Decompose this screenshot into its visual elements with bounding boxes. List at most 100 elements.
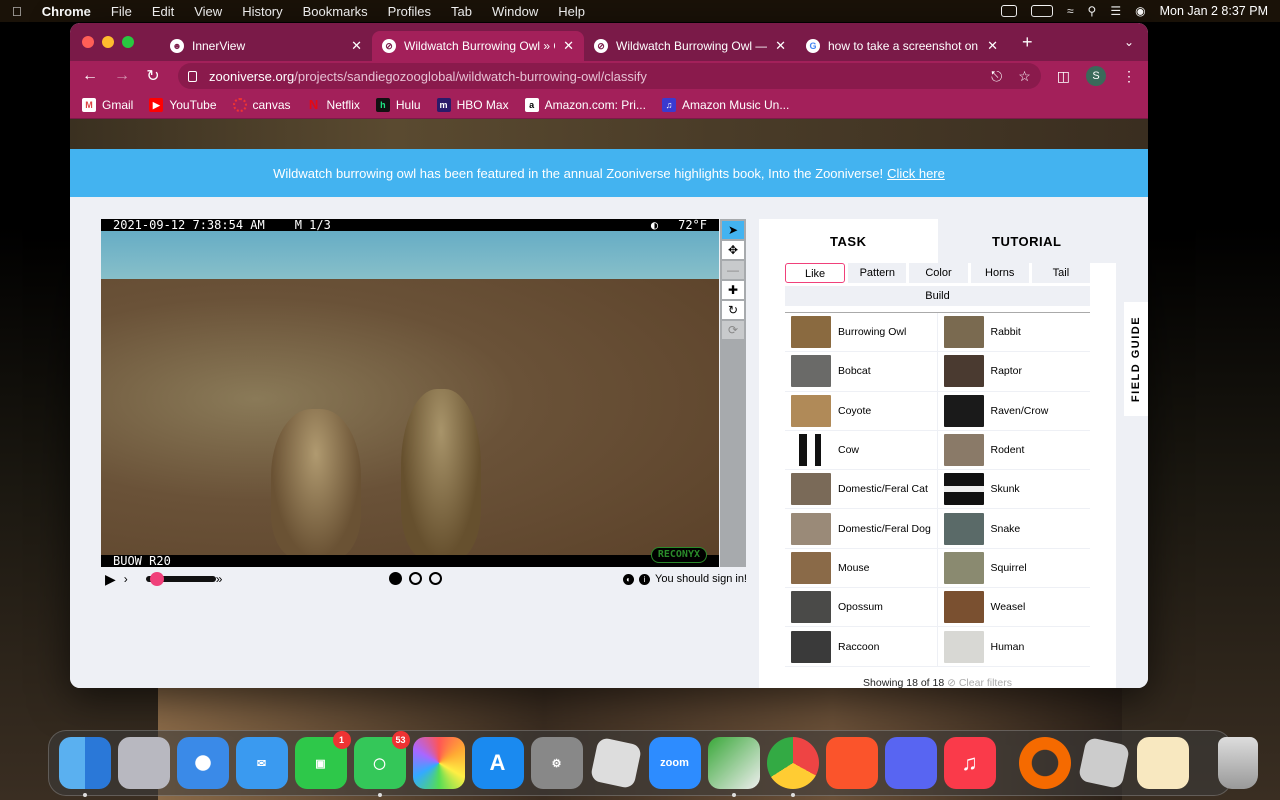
textedit-icon[interactable] <box>1136 737 1189 789</box>
mail-icon[interactable]: ✉ <box>235 737 288 789</box>
species-opossum[interactable]: Opossum <box>785 588 938 628</box>
battery-icon[interactable] <box>1030 5 1053 17</box>
menu-app-name[interactable]: Chrome <box>42 4 91 19</box>
control-center-icon[interactable]: ☰ <box>1110 4 1121 18</box>
filter-tail[interactable]: Tail <box>1031 263 1091 283</box>
move-tool-icon[interactable]: ✥ <box>722 241 744 259</box>
clear-filters-button[interactable]: ⊘ Clear filters <box>947 677 1012 688</box>
frame-dot-3[interactable] <box>429 572 442 585</box>
back-arrow-icon[interactable]: ← <box>82 67 98 85</box>
bookmark-hbo-max[interactable]: m HBO Max <box>436 97 509 112</box>
discord-icon[interactable] <box>884 737 937 789</box>
zoom-in-icon[interactable]: ✚ <box>722 281 744 299</box>
filter-build[interactable]: Build <box>785 286 1090 306</box>
tab-google-search[interactable]: G how to take a screenshot on m ✕ <box>796 31 1008 61</box>
reload-icon[interactable]: ↻ <box>146 66 160 86</box>
brave-icon[interactable] <box>825 737 878 789</box>
menu-tab[interactable]: Tab <box>451 4 472 19</box>
bookmark-canvas[interactable]: canvas <box>232 97 291 112</box>
species-skunk[interactable]: Skunk <box>937 470 1090 510</box>
species-bobcat[interactable]: Bobcat <box>785 352 938 392</box>
tab-innerview[interactable]: ☻ InnerView ✕ <box>160 31 372 61</box>
side-panel-icon[interactable]: ◫ <box>1057 68 1070 85</box>
origin-icon[interactable] <box>1018 737 1071 789</box>
system-settings-icon[interactable]: ⚙ <box>530 737 583 789</box>
zoom-icon[interactable]: zoom <box>648 737 701 789</box>
keyboard-icon[interactable] <box>1000 5 1017 17</box>
menu-view[interactable]: View <box>194 4 222 19</box>
minimize-window-button[interactable] <box>102 36 114 48</box>
invert-icon[interactable]: ◐ <box>623 573 635 585</box>
bookmark-gmail[interactable]: M Gmail <box>82 97 133 112</box>
species-snake[interactable]: Snake <box>937 509 1090 549</box>
new-tab-button[interactable]: + <box>1022 32 1033 53</box>
address-bar[interactable]: zooniverse.org/projects/sandiegozoogloba… <box>178 63 1041 89</box>
species-raccoon[interactable]: Raccoon <box>785 627 938 667</box>
frame-dot-2[interactable] <box>409 572 422 585</box>
field-guide-tab[interactable]: FIELD GUIDE <box>1124 302 1148 416</box>
menu-file[interactable]: File <box>111 4 132 19</box>
close-tab-icon[interactable]: ✕ <box>351 38 362 54</box>
finder-icon[interactable] <box>58 737 111 797</box>
bookmark-amazon-music[interactable]: ♫ Amazon Music Un... <box>661 97 789 112</box>
profile-avatar[interactable]: S <box>1086 66 1106 86</box>
music-icon[interactable]: ♫ <box>943 737 996 789</box>
subject-image-viewer[interactable]: 2021-09-12 7:38:54 AM M 1/3 ◐ 72°F BUOW … <box>101 219 719 567</box>
trash-icon[interactable] <box>1218 737 1258 789</box>
species-coyote[interactable]: Coyote <box>785 391 938 431</box>
menu-help[interactable]: Help <box>558 4 585 19</box>
menu-history[interactable]: History <box>242 4 282 19</box>
bookmark-amazon[interactable]: a Amazon.com: Pri... <box>524 97 646 112</box>
safari-icon[interactable] <box>176 737 229 789</box>
species-burrowing-owl[interactable]: Burrowing Owl <box>785 313 938 353</box>
close-tab-icon[interactable]: ✕ <box>563 38 574 54</box>
tab-tutorial[interactable]: TUTORIAL <box>937 219 1116 263</box>
species-domestic-feral-cat[interactable]: Domestic/Feral Cat <box>785 470 938 510</box>
menu-bookmarks[interactable]: Bookmarks <box>303 4 368 19</box>
species-domestic-feral-dog[interactable]: Domestic/Feral Dog <box>785 509 938 549</box>
slider-knob[interactable] <box>149 572 164 586</box>
species-rodent[interactable]: Rodent <box>937 431 1090 471</box>
reset-view-icon[interactable]: ⟳ <box>722 321 744 339</box>
species-squirrel[interactable]: Squirrel <box>937 549 1090 589</box>
play-icon[interactable]: ▶ <box>105 571 116 588</box>
wifi-icon[interactable]: ≈ <box>1067 4 1074 18</box>
filter-color[interactable]: Color <box>909 263 968 283</box>
menu-edit[interactable]: Edit <box>152 4 174 19</box>
launchpad-icon[interactable] <box>117 737 170 789</box>
zoom-out-icon[interactable]: — <box>722 261 744 279</box>
siri-icon[interactable]: ◉ <box>1135 4 1145 18</box>
species-human[interactable]: Human <box>937 627 1090 667</box>
tab-task[interactable]: TASK <box>759 219 938 263</box>
facetime-icon[interactable]: ▣ 1 <box>294 731 351 789</box>
share-icon[interactable]: ⎋ <box>991 68 1002 85</box>
species-raptor[interactable]: Raptor <box>937 352 1090 392</box>
faster-chevron-icon[interactable]: » <box>216 572 223 586</box>
menu-profiles[interactable]: Profiles <box>388 4 431 19</box>
tab-wildwatch-classify[interactable]: ⊘ Wildwatch Burrowing Owl » Cla ✕ <box>372 31 584 61</box>
close-window-button[interactable] <box>82 36 94 48</box>
playback-speed-slider[interactable] <box>145 572 216 586</box>
app-store-icon[interactable]: A <box>471 737 524 789</box>
species-mouse[interactable]: Mouse <box>785 548 938 589</box>
species-cow[interactable]: Cow <box>785 430 938 471</box>
banner-click-here-link[interactable]: Click here <box>887 166 945 181</box>
bookmark-netflix[interactable]: N Netflix <box>307 97 360 112</box>
species-rabbit[interactable]: Rabbit <box>937 313 1090 353</box>
roblox-studio-icon[interactable] <box>1077 736 1130 790</box>
close-tab-icon[interactable]: ✕ <box>987 38 998 54</box>
sims-icon[interactable] <box>707 737 760 797</box>
lock-icon[interactable] <box>188 70 197 82</box>
messages-icon[interactable]: ◯ 53 <box>353 731 410 797</box>
filter-pattern[interactable]: Pattern <box>848 263 907 283</box>
rotate-icon[interactable]: ↻ <box>722 301 744 319</box>
bookmark-hulu[interactable]: h Hulu <box>375 97 421 112</box>
bookmark-youtube[interactable]: ▶ YouTube <box>149 97 217 112</box>
menubar-clock[interactable]: Mon Jan 2 8:37 PM <box>1160 4 1268 18</box>
info-icon[interactable]: i <box>639 573 651 585</box>
slower-chevron-icon[interactable]: › <box>124 572 128 586</box>
kebab-menu-icon[interactable]: ⋮ <box>1122 68 1136 85</box>
forward-arrow-icon[interactable]: → <box>114 67 130 85</box>
close-tab-icon[interactable]: ✕ <box>775 38 786 54</box>
photos-icon[interactable] <box>412 737 465 789</box>
